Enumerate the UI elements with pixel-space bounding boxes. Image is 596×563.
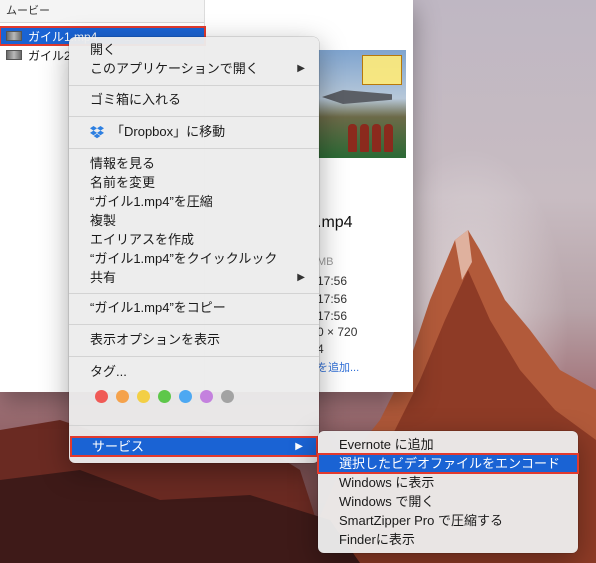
menu-item-share[interactable]: 共有 ▶: [69, 268, 319, 287]
character-sprites: [348, 124, 393, 152]
submenu-arrow-icon: ▶: [297, 63, 305, 74]
add-tags-link[interactable]: を追加...: [317, 359, 359, 375]
menu-item-label: 複製: [90, 213, 117, 228]
menu-item-label: 表示オプションを表示: [90, 332, 221, 347]
menu-item-duplicate[interactable]: 複製: [69, 211, 319, 230]
menu-separator: [69, 85, 319, 86]
video-thumbnail-icon: [6, 31, 22, 41]
menu-item-rename[interactable]: 名前を変更: [69, 173, 319, 192]
preview-filename: .mp4: [317, 214, 353, 231]
game-logo-graphic: [362, 55, 402, 85]
menu-item-label: 名前を変更: [90, 175, 156, 190]
service-show-in-finder[interactable]: Finderに表示: [318, 530, 578, 549]
tag-color-dot-5[interactable]: [179, 390, 192, 403]
tag-color-dot-1[interactable]: [95, 390, 108, 403]
menu-item-label: タグ...: [90, 364, 127, 379]
menu-item-show-view-options[interactable]: 表示オプションを表示: [69, 330, 319, 349]
tag-color-dot-3[interactable]: [137, 390, 150, 403]
file-name: ガイル2: [28, 48, 71, 63]
menu-item-copy[interactable]: “ガイル1.mp4”をコピー: [69, 298, 319, 317]
menu-item-label: Windows で開く: [339, 494, 435, 509]
menu-item-label: 「Dropbox」に移動: [111, 124, 226, 139]
preview-dimensions: 0 × 720: [317, 325, 358, 339]
menu-item-label: エイリアスを作成: [90, 232, 195, 247]
menu-item-dropbox[interactable]: 「Dropbox」に移動: [69, 122, 319, 141]
tag-color-dot-7[interactable]: [221, 390, 234, 403]
menu-item-label: ゴミ箱に入れる: [90, 92, 182, 107]
menu-separator: [69, 425, 319, 426]
menu-separator: [69, 116, 319, 117]
service-encode-video[interactable]: 選択したビデオファイルをエンコード: [317, 453, 579, 474]
tag-color-picker: [95, 390, 234, 403]
menu-item-quick-look[interactable]: “ガイル1.mp4”をクイックルック: [69, 249, 319, 268]
preview-created: 17:56: [317, 274, 348, 288]
menu-item-get-info[interactable]: 情報を見る: [69, 154, 319, 173]
menu-item-label: このアプリケーションで開く: [90, 61, 259, 76]
menu-item-label: サービス: [92, 439, 145, 454]
preview-modified: 17:56: [317, 292, 348, 306]
menu-item-label: 選択したビデオファイルをエンコード: [339, 456, 561, 471]
service-smartzipper-compress[interactable]: SmartZipper Pro で圧縮する: [318, 511, 578, 530]
menu-item-label: “ガイル1.mp4”をクイックルック: [90, 251, 278, 266]
video-preview-image: [318, 50, 406, 158]
video-thumbnail-icon: [6, 50, 22, 60]
tag-color-dot-6[interactable]: [200, 390, 213, 403]
menu-separator: [69, 356, 319, 357]
menu-item-label: 開く: [90, 42, 117, 57]
column-header: ムービー: [0, 0, 204, 23]
menu-item-label: Evernote に追加: [339, 437, 434, 452]
preview-opened: 17:56: [317, 309, 348, 323]
menu-separator: [69, 293, 319, 294]
menu-item-label: 共有: [90, 270, 117, 285]
menu-item-open[interactable]: 開く: [69, 40, 319, 59]
service-open-in-windows[interactable]: Windows で開く: [318, 492, 578, 511]
menu-item-make-alias[interactable]: エイリアスを作成: [69, 230, 319, 249]
menu-separator: [69, 148, 319, 149]
menu-item-label: Windows に表示: [339, 475, 435, 490]
preview-size: MB: [317, 256, 334, 268]
menu-separator: [69, 324, 319, 325]
services-submenu: Evernote に追加 選択したビデオファイルをエンコード Windows に…: [317, 431, 579, 553]
menu-item-label: Finderに表示: [339, 532, 415, 547]
menu-item-open-with[interactable]: このアプリケーションで開く ▶: [69, 59, 319, 78]
menu-item-compress[interactable]: “ガイル1.mp4”を圧縮: [69, 192, 319, 211]
submenu-arrow-icon: ▶: [295, 441, 303, 452]
menu-item-label: “ガイル1.mp4”をコピー: [90, 300, 226, 315]
dropbox-icon: [90, 126, 104, 139]
menu-item-tags[interactable]: タグ...: [69, 362, 319, 381]
tag-color-dot-4[interactable]: [158, 390, 171, 403]
submenu-arrow-icon: ▶: [297, 272, 305, 283]
tag-color-dot-2[interactable]: [116, 390, 129, 403]
menu-item-label: 情報を見る: [90, 156, 156, 171]
menu-item-label: “ガイル1.mp4”を圧縮: [90, 194, 213, 209]
context-menu: 開く このアプリケーションで開く ▶ ゴミ箱に入れる 「Dropbox」に移動 情…: [69, 37, 319, 463]
service-evernote-add[interactable]: Evernote に追加: [318, 435, 578, 454]
menu-item-services[interactable]: サービス ▶: [70, 436, 318, 457]
service-show-in-windows[interactable]: Windows に表示: [318, 473, 578, 492]
menu-item-move-to-trash[interactable]: ゴミ箱に入れる: [69, 90, 319, 109]
jet-graphic: [322, 90, 392, 104]
menu-item-label: SmartZipper Pro で圧縮する: [339, 513, 503, 528]
